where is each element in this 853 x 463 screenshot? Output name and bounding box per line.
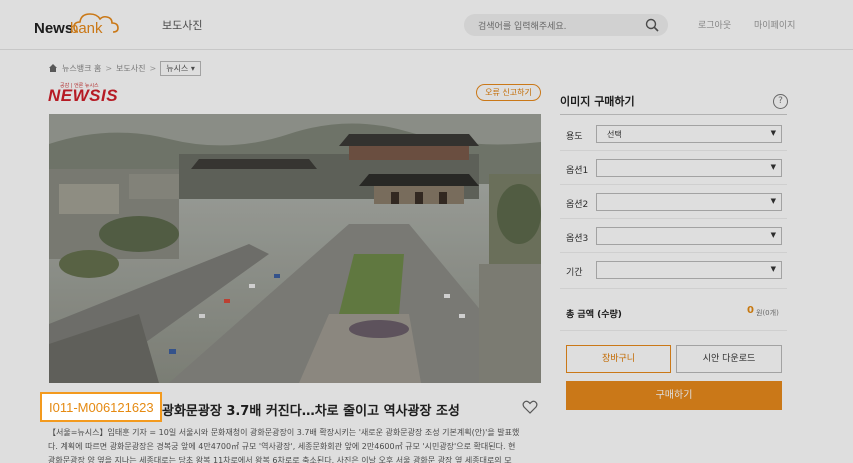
agency-dropdown[interactable]: 뉴시스 ▾: [160, 60, 201, 76]
gwanghwamun-aerial-photo: [49, 114, 541, 383]
add-to-cart-button[interactable]: 장바구니: [566, 345, 671, 373]
breadcrumb-home[interactable]: 뉴스뱅크 홈: [62, 63, 101, 74]
option1-label: 옵션1: [566, 166, 589, 176]
breadcrumb-section[interactable]: 보도사진: [116, 63, 145, 74]
newsbank-logo[interactable]: News bank: [34, 10, 124, 40]
photo-id-highlight: I011-M006121623: [40, 392, 162, 422]
buy-button[interactable]: 구매하기: [566, 381, 782, 410]
help-icon[interactable]: ?: [773, 94, 788, 109]
article-body: 【서울=뉴시스】임태훈 기자 = 10일 서울시와 문화재청이 광화문광장이 3…: [48, 426, 542, 463]
search-input[interactable]: 검색어를 입력해주세요.: [478, 19, 567, 32]
breadcrumb-separator: >: [149, 63, 157, 73]
breadcrumb-separator: >: [105, 63, 113, 73]
total-amount-label: 총 금액 (수량): [566, 310, 622, 320]
chevron-down-icon: ▼: [770, 129, 776, 137]
option2-select[interactable]: ▼: [596, 193, 782, 211]
logo-news-text: News: [34, 20, 74, 37]
photo-id: I011-M006121623: [49, 400, 154, 415]
search-box[interactable]: 검색어를 입력해주세요.: [464, 14, 668, 36]
sample-download-button[interactable]: 시안 다운로드: [676, 345, 782, 373]
mypage-link[interactable]: 마이페이지: [754, 18, 795, 31]
article-body-line: 다. 계획에 따르면 광화문광장은 경복궁 앞에 4만4700㎡ 규모 '역사광…: [48, 442, 516, 451]
usage-select[interactable]: 선택 ▼: [596, 125, 782, 143]
newsis-wordmark: NEWSIS: [48, 86, 119, 105]
row-divider: [560, 252, 787, 253]
option1-select[interactable]: ▼: [596, 159, 782, 177]
purchase-title: 이미지 구매하기: [560, 95, 635, 108]
logout-link[interactable]: 로그아웃: [698, 18, 731, 31]
chevron-down-icon: ▼: [770, 197, 776, 205]
usage-label: 용도: [566, 132, 583, 142]
option3-select[interactable]: ▼: [596, 227, 782, 245]
panel-divider: [560, 114, 787, 115]
newsis-logo: 공감 | 언론 뉴시스 NEWSIS: [48, 82, 130, 105]
chevron-down-icon: ▼: [770, 163, 776, 171]
article-title: 광화문광장 3.7배 커진다…차로 줄이고 역사광장 조성: [162, 404, 460, 419]
article-body-line: 【서울=뉴시스】임태훈 기자 = 10일 서울시와 문화재청이 광화문광장이 3…: [48, 428, 520, 437]
heart-icon[interactable]: [522, 400, 538, 414]
row-divider: [560, 184, 787, 185]
option3-label: 옵션3: [566, 234, 589, 244]
nav-press-photo[interactable]: 보도사진: [162, 17, 202, 33]
report-error-button[interactable]: 오류 신고하기: [476, 84, 541, 101]
logo-bank-text: bank: [70, 20, 103, 37]
row-divider: [560, 150, 787, 151]
row-divider: [560, 288, 787, 289]
usage-select-value: 선택: [607, 130, 622, 139]
chevron-down-icon: ▼: [770, 265, 776, 273]
period-label: 기간: [566, 268, 583, 278]
article-body-line: 광화문광장 양 옆을 지나는 세종대로는 당초 왕복 11차로에서 왕복 6차로…: [48, 456, 512, 463]
total-amount-value: 0: [747, 305, 754, 316]
period-select[interactable]: ▼: [596, 261, 782, 279]
home-icon[interactable]: [48, 63, 58, 73]
total-amount-unit: 원(0개): [756, 309, 779, 317]
row-divider: [560, 330, 787, 331]
news-photo: [49, 114, 541, 383]
breadcrumb: 뉴스뱅크 홈 > 보도사진 > 뉴시스 ▾: [48, 60, 201, 76]
chevron-down-icon: ▼: [770, 231, 776, 239]
row-divider: [560, 218, 787, 219]
option2-label: 옵션2: [566, 200, 589, 210]
site-header: News bank 보도사진 검색어를 입력해주세요. 로그아웃 마이페이지: [0, 0, 853, 50]
search-icon[interactable]: [644, 17, 660, 33]
